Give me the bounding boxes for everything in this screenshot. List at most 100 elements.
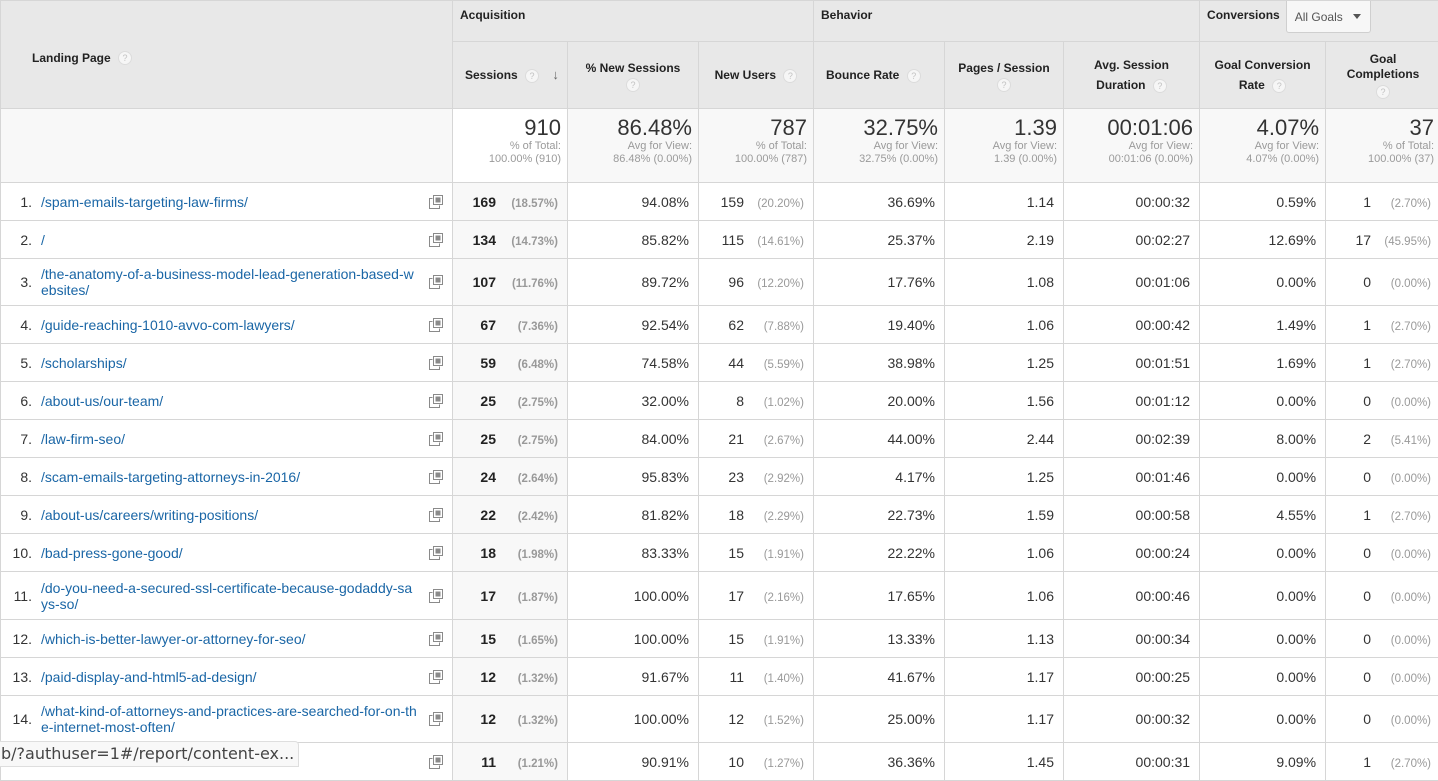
total-bounce-rate: 32.75% Avg for View: 32.75% (0.00%)	[814, 109, 945, 183]
bounce-rate-column-header[interactable]: Bounce Rate ?	[814, 42, 945, 109]
avg-session-duration-column-header[interactable]: Avg. Session Duration ?	[1064, 42, 1200, 109]
help-icon[interactable]: ?	[525, 69, 539, 83]
help-icon[interactable]: ?	[1153, 79, 1167, 93]
landing-page-link[interactable]: /do-you-need-a-secured-ssl-certificate-b…	[41, 580, 419, 612]
new-users-percent: (2.67%)	[744, 435, 804, 447]
bounce-rate-cell: 36.36%	[814, 743, 945, 781]
sessions-column-header[interactable]: Sessions ? ↓	[453, 42, 568, 109]
help-icon[interactable]: ?	[1376, 85, 1390, 99]
landing-page-cell: 6. /about-us/our-team/	[1, 382, 453, 420]
sessions-cell: 25(2.75%)	[453, 420, 568, 458]
sort-descending-icon[interactable]: ↓	[552, 67, 559, 82]
landing-page-link[interactable]: /law-firm-seo/	[41, 431, 419, 447]
row-number: 2.	[1, 232, 41, 248]
goal-completions-column-header[interactable]: Goal Completions ?	[1326, 42, 1438, 109]
total-detail: 4.07% (0.00%)	[1206, 153, 1319, 166]
pct-new-sessions-column-header[interactable]: % New Sessions ?	[568, 42, 699, 109]
goal-completions-value: 0	[1363, 274, 1371, 290]
new-users-percent: (20.20%)	[744, 198, 804, 210]
new-users-value: 96	[728, 274, 744, 290]
landing-page-link[interactable]: /scam-emails-targeting-attorneys-in-2016…	[41, 469, 419, 485]
goal-completions-percent: (2.70%)	[1371, 758, 1431, 770]
new-users-column-header[interactable]: New Users ?	[699, 42, 814, 109]
pages-session-cell: 1.25	[945, 458, 1064, 496]
help-icon[interactable]: ?	[907, 69, 921, 83]
open-in-new-window-icon[interactable]	[429, 275, 443, 289]
new-users-percent: (14.61%)	[744, 236, 804, 248]
sessions-percent: (2.75%)	[496, 397, 558, 409]
open-in-new-window-icon[interactable]	[429, 508, 443, 522]
row-number: 4.	[1, 317, 41, 333]
landing-page-link[interactable]: /paid-display-and-html5-ad-design/	[41, 669, 419, 685]
goal-completions-cell: 1(2.70%)	[1326, 743, 1438, 781]
open-in-new-window-icon[interactable]	[429, 470, 443, 484]
bounce-rate-cell: 17.65%	[814, 572, 945, 620]
goal-completions-cell: 1(2.70%)	[1326, 306, 1438, 344]
total-goal-conversion-rate: 4.07% Avg for View: 4.07% (0.00%)	[1200, 109, 1326, 183]
landing-page-link[interactable]: /what-kind-of-attorneys-and-practices-ar…	[41, 703, 419, 735]
sessions-cell: 25(2.75%)	[453, 382, 568, 420]
landing-page-link[interactable]: /about-us/careers/writing-positions/	[41, 507, 419, 523]
open-in-new-window-icon[interactable]	[429, 546, 443, 560]
total-value: 37	[1332, 116, 1434, 140]
open-in-new-window-icon[interactable]	[429, 394, 443, 408]
sessions-value: 12	[480, 669, 496, 685]
sessions-value: 169	[473, 194, 496, 210]
new-users-cell: 96(12.20%)	[699, 259, 814, 306]
open-in-new-window-icon[interactable]	[429, 632, 443, 646]
landing-page-link[interactable]: /	[41, 232, 419, 248]
landing-page-link[interactable]: /guide-reaching-1010-avvo-com-lawyers/	[41, 317, 419, 333]
goal-select-dropdown[interactable]: All Goals	[1286, 1, 1371, 33]
new-users-cell: 15(1.91%)	[699, 534, 814, 572]
bounce-rate-cell: 25.00%	[814, 696, 945, 743]
total-goal-completions: 37 % of Total: 100.00% (37)	[1326, 109, 1438, 183]
avg-session-duration-cell: 00:01:51	[1064, 344, 1200, 382]
goal-completions-header-label: Goal	[1370, 52, 1397, 66]
new-users-cell: 8(1.02%)	[699, 382, 814, 420]
avg-session-duration-cell: 00:00:46	[1064, 572, 1200, 620]
pct-new-sessions-cell: 74.58%	[568, 344, 699, 382]
pages-session-column-header[interactable]: Pages / Session ?	[945, 42, 1064, 109]
open-in-new-window-icon[interactable]	[429, 670, 443, 684]
open-in-new-window-icon[interactable]	[429, 432, 443, 446]
behavior-group-header: Behavior	[814, 1, 1200, 42]
open-in-new-window-icon[interactable]	[429, 356, 443, 370]
avg-session-duration-header-label: Avg. Session	[1094, 58, 1169, 72]
help-icon[interactable]: ?	[1272, 79, 1286, 93]
pages-session-cell: 1.56	[945, 382, 1064, 420]
open-in-new-window-icon[interactable]	[429, 318, 443, 332]
sessions-cell: 22(2.42%)	[453, 496, 568, 534]
help-icon[interactable]: ?	[783, 69, 797, 83]
new-users-cell: 17(2.16%)	[699, 572, 814, 620]
landing-page-link[interactable]: /the-anatomy-of-a-business-model-lead-ge…	[41, 266, 419, 298]
goal-conversion-rate-cell: 0.00%	[1200, 572, 1326, 620]
table-row: 11. /do-you-need-a-secured-ssl-certifica…	[1, 572, 1438, 620]
goal-conversion-rate-cell: 0.00%	[1200, 458, 1326, 496]
open-in-new-window-icon[interactable]	[429, 712, 443, 726]
landing-page-header-label: Landing Page	[32, 51, 111, 65]
table-row: 7. /law-firm-seo/ 25(2.75%) 84.00% 21(2.…	[1, 420, 1438, 458]
total-detail: 100.00% (37)	[1332, 153, 1434, 166]
landing-page-cell: 9. /about-us/careers/writing-positions/	[1, 496, 453, 534]
landing-page-link[interactable]: /scholarships/	[41, 355, 419, 371]
landing-page-link[interactable]: /which-is-better-lawyer-or-attorney-for-…	[41, 631, 419, 647]
row-number: 13.	[1, 669, 41, 685]
open-in-new-window-icon[interactable]	[429, 233, 443, 247]
landing-page-link[interactable]: /bad-press-gone-good/	[41, 545, 419, 561]
landing-page-link[interactable]: /spam-emails-targeting-law-firms/	[41, 194, 419, 210]
help-icon[interactable]: ?	[626, 78, 640, 92]
bounce-rate-cell: 20.00%	[814, 382, 945, 420]
landing-page-link[interactable]: /about-us/our-team/	[41, 393, 419, 409]
help-icon[interactable]: ?	[997, 78, 1011, 92]
open-in-new-window-icon[interactable]	[429, 195, 443, 209]
goal-conversion-rate-column-header[interactable]: Goal Conversion Rate ?	[1200, 42, 1326, 109]
landing-page-column-header[interactable]: Landing Page ?	[1, 1, 453, 109]
pages-session-cell: 1.45	[945, 743, 1064, 781]
help-icon[interactable]: ?	[118, 51, 132, 65]
goal-conversion-rate-cell: 8.00%	[1200, 420, 1326, 458]
bounce-rate-cell: 22.73%	[814, 496, 945, 534]
open-in-new-window-icon[interactable]	[429, 589, 443, 603]
open-in-new-window-icon[interactable]	[429, 755, 443, 769]
bounce-rate-cell: 41.67%	[814, 658, 945, 696]
row-number: 10.	[1, 545, 41, 561]
